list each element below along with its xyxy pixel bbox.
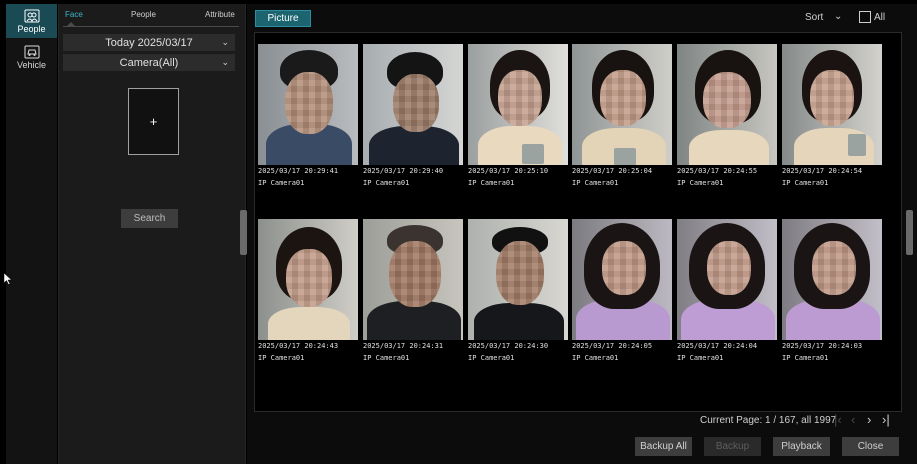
capture-time: 2025/03/17 20:29:41 — [258, 167, 339, 175]
chevron-down-icon: ⌄ — [221, 37, 229, 47]
camera-name: IP Camera01 — [468, 354, 515, 362]
rail-item-people[interactable]: People — [6, 4, 57, 38]
add-face-image-button[interactable]: + — [128, 88, 179, 155]
capture-time: 2025/03/17 20:25:04 — [572, 167, 653, 175]
backup-all-button[interactable]: Backup All — [635, 437, 692, 456]
filter-tabs: Face People Attribute — [59, 4, 247, 28]
next-page-icon[interactable]: › — [867, 412, 871, 427]
face-thumbnail[interactable] — [677, 44, 777, 165]
capture-time: 2025/03/17 20:24:03 — [782, 342, 863, 350]
face-thumbnail[interactable] — [363, 219, 463, 340]
face-thumbnail[interactable] — [363, 44, 463, 165]
collapse-right-panel-handle[interactable] — [906, 210, 913, 255]
camera-name: IP Camera01 — [782, 179, 829, 187]
search-button[interactable]: Search — [121, 209, 178, 228]
face-thumbnail[interactable] — [572, 219, 672, 340]
rail-item-vehicle[interactable]: Vehicle — [6, 40, 57, 74]
tab-people[interactable]: People — [131, 10, 156, 19]
close-button[interactable]: Close — [842, 437, 899, 456]
first-page-icon[interactable]: |‹ — [834, 412, 842, 427]
result-card[interactable]: 2025/03/17 20:24:03 IP Camera01 — [782, 219, 882, 362]
capture-time: 2025/03/17 20:29:40 — [363, 167, 444, 175]
result-card[interactable]: 2025/03/17 20:24:30 IP Camera01 — [468, 219, 568, 362]
thumbnail-grid: 2025/03/17 20:29:41 IP Camera01 2025/03/… — [254, 32, 902, 412]
page-indicator: Current Page: 1 / 167, all 1997 — [700, 415, 837, 426]
tab-picture[interactable]: Picture — [255, 10, 311, 27]
camera-name: IP Camera01 — [363, 354, 410, 362]
camera-name: IP Camera01 — [258, 354, 305, 362]
capture-time: 2025/03/17 20:24:55 — [677, 167, 758, 175]
filter-panel: Face People Attribute Today 2025/03/17 ⌄… — [58, 4, 246, 464]
camera-name: IP Camera01 — [363, 179, 410, 187]
last-page-icon[interactable]: ›| — [882, 412, 890, 427]
backup-button[interactable]: Backup — [704, 437, 761, 456]
tab-face[interactable]: Face — [65, 10, 83, 19]
capture-time: 2025/03/17 20:24:54 — [782, 167, 863, 175]
result-card[interactable]: 2025/03/17 20:24:05 IP Camera01 — [572, 219, 672, 362]
date-select-value: Today 2025/03/17 — [105, 36, 193, 49]
tabs-divider — [63, 26, 239, 27]
result-card[interactable]: 2025/03/17 20:25:10 IP Camera01 — [468, 44, 568, 187]
previous-page-icon[interactable]: ‹ — [851, 412, 855, 427]
vehicle-icon — [24, 45, 39, 58]
plus-icon: + — [149, 114, 158, 129]
select-all-label: All — [874, 12, 886, 23]
rail-item-label: Vehicle — [16, 59, 47, 70]
camera-name: IP Camera01 — [468, 179, 515, 187]
people-search-icon — [24, 9, 39, 22]
module-rail: People Vehicle — [6, 4, 57, 464]
mouse-cursor-icon — [4, 273, 12, 285]
chevron-down-icon[interactable]: ⌄ — [834, 11, 842, 22]
result-card[interactable]: 2025/03/17 20:24:31 IP Camera01 — [363, 219, 463, 362]
result-card[interactable]: 2025/03/17 20:24:43 IP Camera01 — [258, 219, 358, 362]
collapse-panel-handle[interactable] — [240, 210, 247, 255]
capture-time: 2025/03/17 20:24:05 — [572, 342, 653, 350]
playback-button[interactable]: Playback — [773, 437, 830, 456]
chevron-down-icon: ⌄ — [221, 57, 229, 67]
camera-name: IP Camera01 — [258, 179, 305, 187]
camera-select[interactable]: Camera(All) ⌄ — [63, 54, 235, 71]
rail-item-label: People — [17, 23, 46, 34]
camera-name: IP Camera01 — [677, 179, 724, 187]
capture-time: 2025/03/17 20:25:10 — [468, 167, 549, 175]
result-card[interactable]: 2025/03/17 20:24:54 IP Camera01 — [782, 44, 882, 187]
result-card[interactable]: 2025/03/17 20:25:04 IP Camera01 — [572, 44, 672, 187]
face-thumbnail[interactable] — [258, 219, 358, 340]
result-card[interactable]: 2025/03/17 20:29:41 IP Camera01 — [258, 44, 358, 187]
date-select[interactable]: Today 2025/03/17 ⌄ — [63, 34, 235, 51]
face-thumbnail[interactable] — [468, 219, 568, 340]
capture-time: 2025/03/17 20:24:30 — [468, 342, 549, 350]
face-thumbnail[interactable] — [782, 219, 882, 340]
capture-time: 2025/03/17 20:24:31 — [363, 342, 444, 350]
capture-time: 2025/03/17 20:24:43 — [258, 342, 339, 350]
face-thumbnail[interactable] — [677, 219, 777, 340]
sort-dropdown[interactable]: Sort — [805, 12, 823, 23]
result-card[interactable]: 2025/03/17 20:24:55 IP Camera01 — [677, 44, 777, 187]
camera-name: IP Camera01 — [677, 354, 724, 362]
camera-name: IP Camera01 — [782, 354, 829, 362]
face-thumbnail[interactable] — [468, 44, 568, 165]
tab-attribute[interactable]: Attribute — [205, 10, 235, 19]
result-card[interactable]: 2025/03/17 20:24:04 IP Camera01 — [677, 219, 777, 362]
camera-name: IP Camera01 — [572, 179, 619, 187]
result-card[interactable]: 2025/03/17 20:29:40 IP Camera01 — [363, 44, 463, 187]
face-thumbnail[interactable] — [572, 44, 672, 165]
select-all-checkbox[interactable] — [859, 11, 871, 23]
camera-name: IP Camera01 — [572, 354, 619, 362]
face-thumbnail[interactable] — [258, 44, 358, 165]
capture-time: 2025/03/17 20:24:04 — [677, 342, 758, 350]
camera-select-value: Camera(All) — [119, 56, 179, 69]
face-thumbnail[interactable] — [782, 44, 882, 165]
results-area: Picture Sort ⌄ All 2025/03/17 20:29:41 I… — [247, 4, 917, 464]
